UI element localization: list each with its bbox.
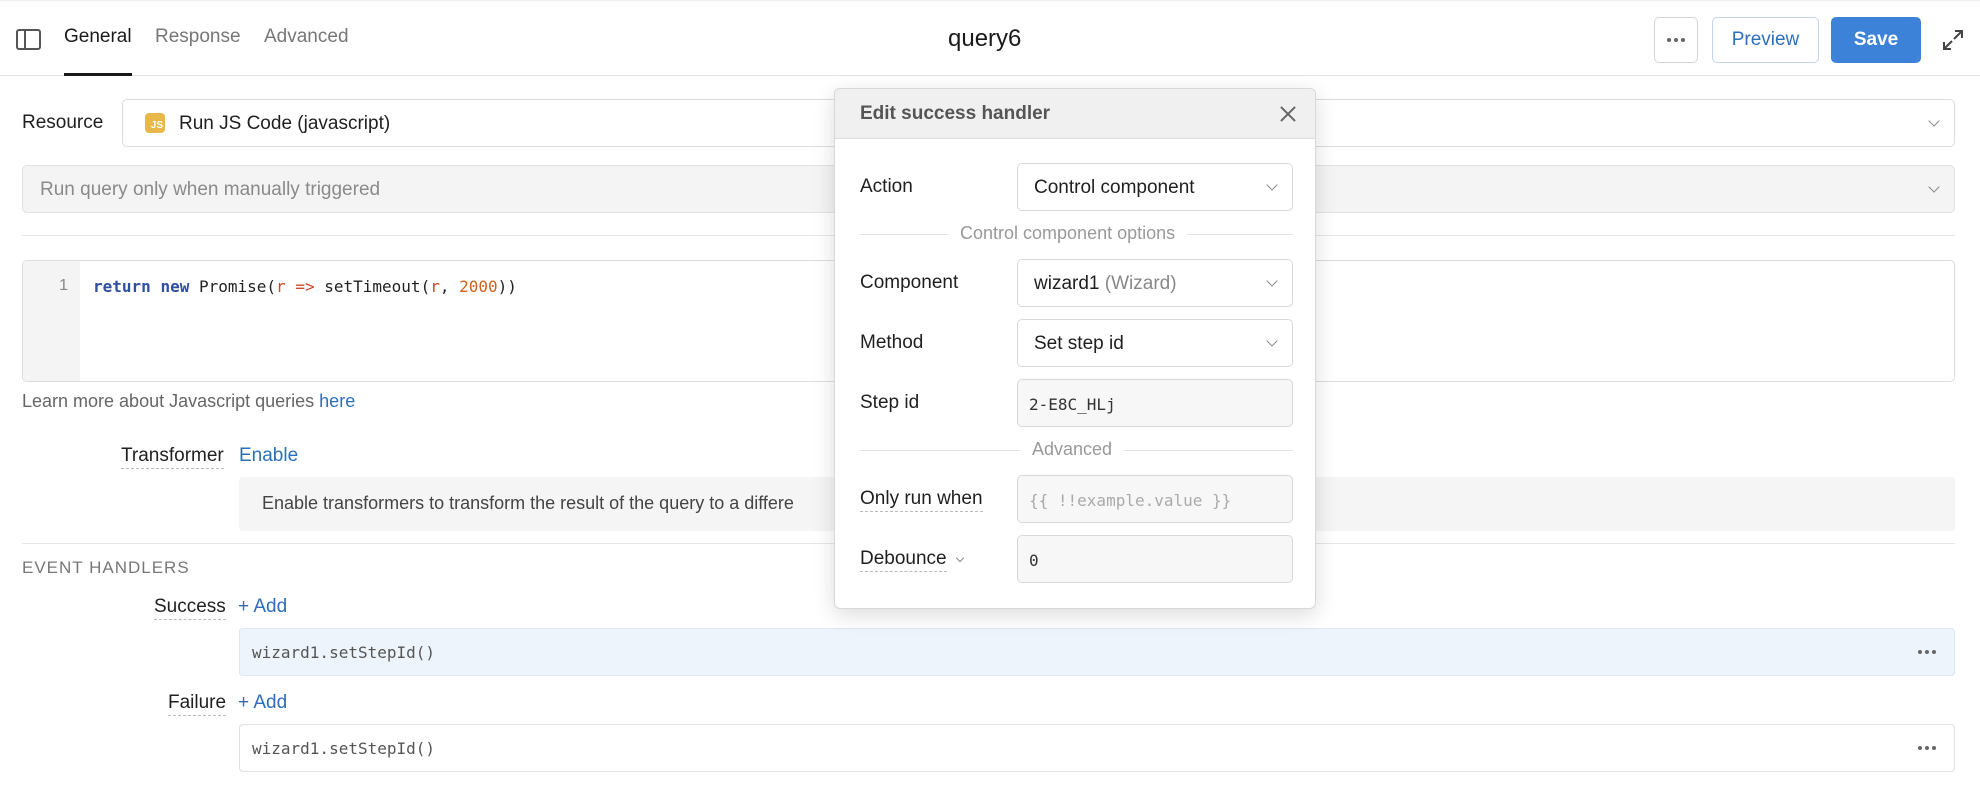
handler-text: wizard1.setStepId() [252, 739, 436, 758]
ellipsis-icon [1667, 38, 1685, 42]
javascript-icon: JS [145, 113, 165, 133]
component-select[interactable]: wizard1 (Wizard) [1017, 259, 1293, 307]
query-title[interactable]: query6 [948, 25, 1021, 53]
edit-success-handler-modal: Edit success handler Action Control comp… [834, 88, 1316, 609]
options-section-label: Control component options [948, 223, 1188, 244]
action-select[interactable]: Control component [1017, 163, 1293, 211]
method-select[interactable]: Set step id [1017, 319, 1293, 367]
success-label: Success [154, 596, 226, 620]
add-failure-handler-link[interactable]: + Add [238, 692, 287, 714]
tab-response[interactable]: Response [155, 26, 241, 48]
preview-button[interactable]: Preview [1712, 17, 1819, 63]
chevron-down-icon [1266, 179, 1278, 191]
ellipsis-icon[interactable] [1918, 650, 1936, 654]
add-success-handler-link[interactable]: + Add [238, 596, 287, 618]
step-id-input[interactable]: 2-E8C_HLj [1017, 379, 1293, 427]
debounce-label[interactable]: Debounce [860, 548, 947, 572]
chevron-down-icon [1928, 181, 1940, 193]
resource-label: Resource [22, 112, 104, 133]
modal-header: Edit success handler [835, 89, 1315, 139]
ellipsis-icon[interactable] [1918, 746, 1936, 750]
save-button[interactable]: Save [1831, 17, 1921, 63]
top-bar: General Response Advanced query6 Preview… [0, 0, 1980, 76]
component-label: Component [860, 272, 959, 293]
sidebar-toggle-icon[interactable] [16, 29, 41, 50]
code-line: return new Promise(r => setTimeout(r, 20… [93, 277, 517, 296]
line-number: 1 [59, 277, 68, 294]
advanced-section-label: Advanced [1020, 439, 1125, 460]
tab-advanced[interactable]: Advanced [264, 26, 349, 48]
failure-label: Failure [168, 692, 227, 716]
chevron-down-icon[interactable] [955, 553, 965, 563]
action-value: Control component [1034, 177, 1195, 198]
success-handler-row[interactable]: wizard1.setStepId() [239, 628, 1955, 676]
active-tab-indicator [64, 73, 132, 76]
resource-value: Run JS Code (javascript) [179, 113, 391, 134]
chevron-down-icon [1266, 335, 1278, 347]
component-value: wizard1 (Wizard) [1034, 273, 1177, 294]
learn-more-link[interactable]: here [319, 391, 355, 411]
transformer-label: Transformer [121, 445, 224, 469]
chevron-down-icon [1266, 275, 1278, 287]
enable-transformer-link[interactable]: Enable [239, 445, 298, 467]
expand-icon[interactable] [1942, 29, 1964, 51]
step-id-label: Step id [860, 392, 920, 413]
event-handlers-title: EVENT HANDLERS [22, 558, 190, 577]
only-run-when-input[interactable]: {{ !!example.value }} [1017, 475, 1293, 523]
debounce-input[interactable]: 0 [1017, 535, 1293, 583]
chevron-down-icon [1928, 115, 1940, 127]
action-label: Action [860, 176, 913, 197]
method-label: Method [860, 332, 924, 353]
only-run-when-placeholder: {{ !!example.value }} [1029, 491, 1232, 510]
handler-text: wizard1.setStepId() [252, 643, 436, 662]
step-id-value: 2-E8C_HLj [1029, 395, 1116, 414]
debounce-value: 0 [1029, 551, 1039, 570]
close-icon[interactable] [1279, 105, 1297, 123]
method-value: Set step id [1034, 333, 1124, 354]
only-run-when-label: Only run when [860, 488, 983, 512]
tab-general[interactable]: General [64, 26, 132, 48]
trigger-value: Run query only when manually triggered [40, 179, 381, 200]
more-options-button[interactable] [1654, 17, 1698, 63]
modal-title: Edit success handler [860, 103, 1051, 124]
learn-more-text: Learn more about Javascript queries here [22, 391, 356, 411]
failure-handler-row[interactable]: wizard1.setStepId() [239, 724, 1955, 772]
transformer-info-text: Enable transformers to transform the res… [262, 493, 794, 513]
line-gutter: 1 [23, 261, 80, 381]
